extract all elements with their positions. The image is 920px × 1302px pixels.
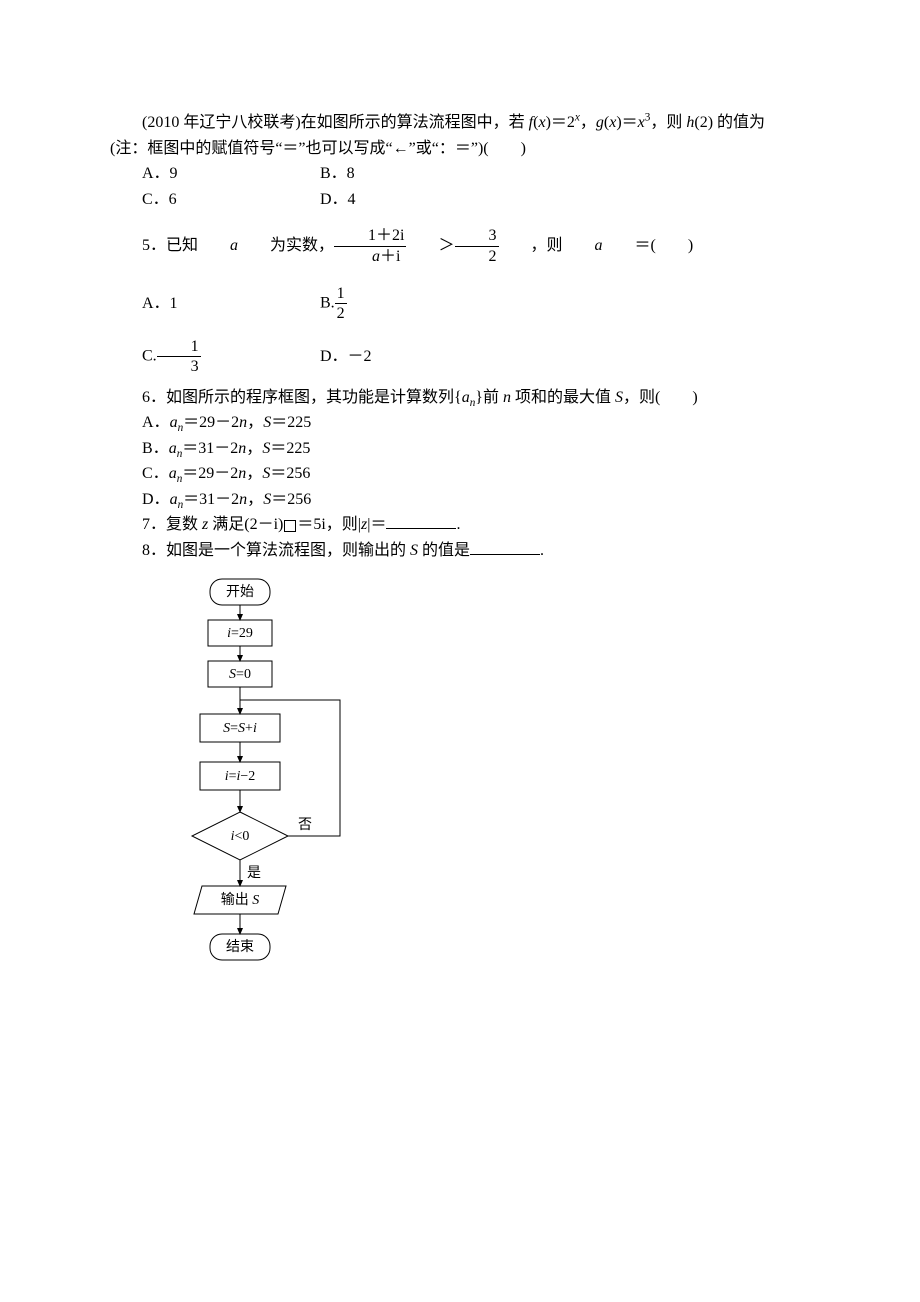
q5-c-pre: C. (142, 347, 157, 364)
intro-f: f (529, 114, 533, 131)
intro-eq1: ＝2 (551, 114, 575, 131)
question-5: 5．已知 a 为实数， 1＋2i a＋i ＞ 3 2 ，则 a ＝( ) A．1… (110, 226, 810, 376)
q6-opt-b: B．an＝31－2n，S＝225 (110, 436, 810, 462)
q7-blank (386, 512, 456, 529)
q5-b-frac: 12 (335, 284, 347, 323)
flow-i-init-text: i=29 (227, 626, 253, 641)
q5-opt-c: C.13 (110, 337, 320, 376)
intro-question: (2010 年辽宁八校联考)在如图所示的算法流程图中，若 f(x)＝2x，g(x… (110, 110, 810, 212)
flow-end-text: 结束 (226, 939, 254, 955)
flow-i-upd-text: i=i−2 (225, 769, 256, 784)
intro-x3: x (638, 114, 645, 131)
q5-frac-right-num: 3 (455, 226, 499, 246)
q5-stem: 5．已知 a 为实数， 1＋2i a＋i ＞ 3 2 ，则 a ＝( ) (110, 226, 810, 265)
placeholder-box-icon (284, 520, 296, 532)
q5-frac-right: 3 2 (455, 226, 499, 265)
q5-frac-left-num: 1＋2i (334, 226, 406, 246)
q5-eq: ＝( ) (603, 233, 694, 259)
q5-frac-left-den: a＋i (334, 247, 406, 266)
question-7: 7．复数 z 满足(2－i)＝5i，则|z|＝. (110, 512, 810, 538)
q5-mid2: ，则 (499, 233, 563, 259)
q5-opt-d: D．－2 (320, 344, 372, 370)
q6-opt-a: A．an＝29－2n，S＝225 (110, 410, 810, 436)
q5-mid1: 为实数， (238, 233, 334, 259)
q5-c-frac: 13 (157, 337, 201, 376)
q5-lead: 5．已知 (110, 233, 198, 259)
flow-s-init-text: S=0 (229, 667, 251, 682)
intro-x2: x (609, 114, 616, 131)
flow-start-text: 开始 (226, 584, 254, 600)
q5-gt: ＞ (406, 233, 454, 259)
flowchart-svg: 开始 i=29 S=0 S=S+i i=i−2 i<0 否 是 输出 S (170, 574, 390, 1024)
q5-opts-row1: A．1 B.12 (110, 284, 810, 323)
q8-blank (470, 538, 540, 555)
intro-opt-c: C．6 (110, 187, 320, 213)
intro-opts-row2: C．6 D．4 (110, 187, 810, 213)
intro-opts-row1: A．9 B．8 (110, 161, 810, 187)
q5-opt-a: A．1 (110, 291, 320, 317)
flow-no-label: 否 (298, 818, 312, 833)
q5-a: a (198, 233, 238, 259)
q5-frac-left: 1＋2i a＋i (334, 226, 406, 265)
flow-yes-label: 是 (247, 866, 261, 881)
question-6: 6．如图所示的程序框图，其功能是计算数列{an}前 n 项和的最大值 S，则( … (110, 385, 810, 513)
q5-a2: a (563, 233, 603, 259)
question-8: 8．如图是一个算法流程图，则输出的 S 的值是. (110, 538, 810, 564)
q5-frac-right-den: 2 (455, 247, 499, 266)
intro-text1c: 的值为 (713, 114, 765, 131)
q5-opt-b: B.12 (320, 284, 347, 323)
q5-b-pre: B. (320, 294, 335, 311)
intro-exp-x: x (575, 112, 580, 124)
intro-eq2: ＝ (622, 114, 638, 131)
intro-opt-a: A．9 (110, 161, 320, 187)
intro-opt-b: B．8 (320, 161, 355, 187)
q6-opt-c: C．an＝29－2n，S＝256 (110, 461, 810, 487)
flow-decision-text: i<0 (231, 829, 250, 844)
q5-opts-row2: C.13 D．－2 (110, 337, 810, 376)
flowchart: 开始 i=29 S=0 S=S+i i=i−2 i<0 否 是 输出 S (170, 574, 810, 1024)
intro-line1: (2010 年辽宁八校联考)在如图所示的算法流程图中，若 f(x)＝2x，g(x… (110, 110, 810, 136)
intro-x1: x (538, 114, 545, 131)
intro-h: h (686, 114, 694, 131)
intro-text1: (2010 年辽宁八校联考)在如图所示的算法流程图中，若 (142, 114, 529, 131)
intro-two: 2 (700, 114, 708, 131)
intro-text1b: ，则 (650, 114, 686, 131)
intro-g: g (596, 114, 604, 131)
q6-opt-d: D．an＝31－2n，S＝256 (110, 487, 810, 513)
intro-opt-d: D．4 (320, 187, 356, 213)
intro-line2: (注：框图中的赋值符号“＝”也可以写成“←”或“：＝”)( ) (110, 136, 810, 162)
flow-output-text: 输出 S (221, 892, 260, 908)
q6-stem: 6．如图所示的程序框图，其功能是计算数列{an}前 n 项和的最大值 S，则( … (110, 385, 810, 411)
flow-s-upd-text: S=S+i (223, 721, 257, 736)
